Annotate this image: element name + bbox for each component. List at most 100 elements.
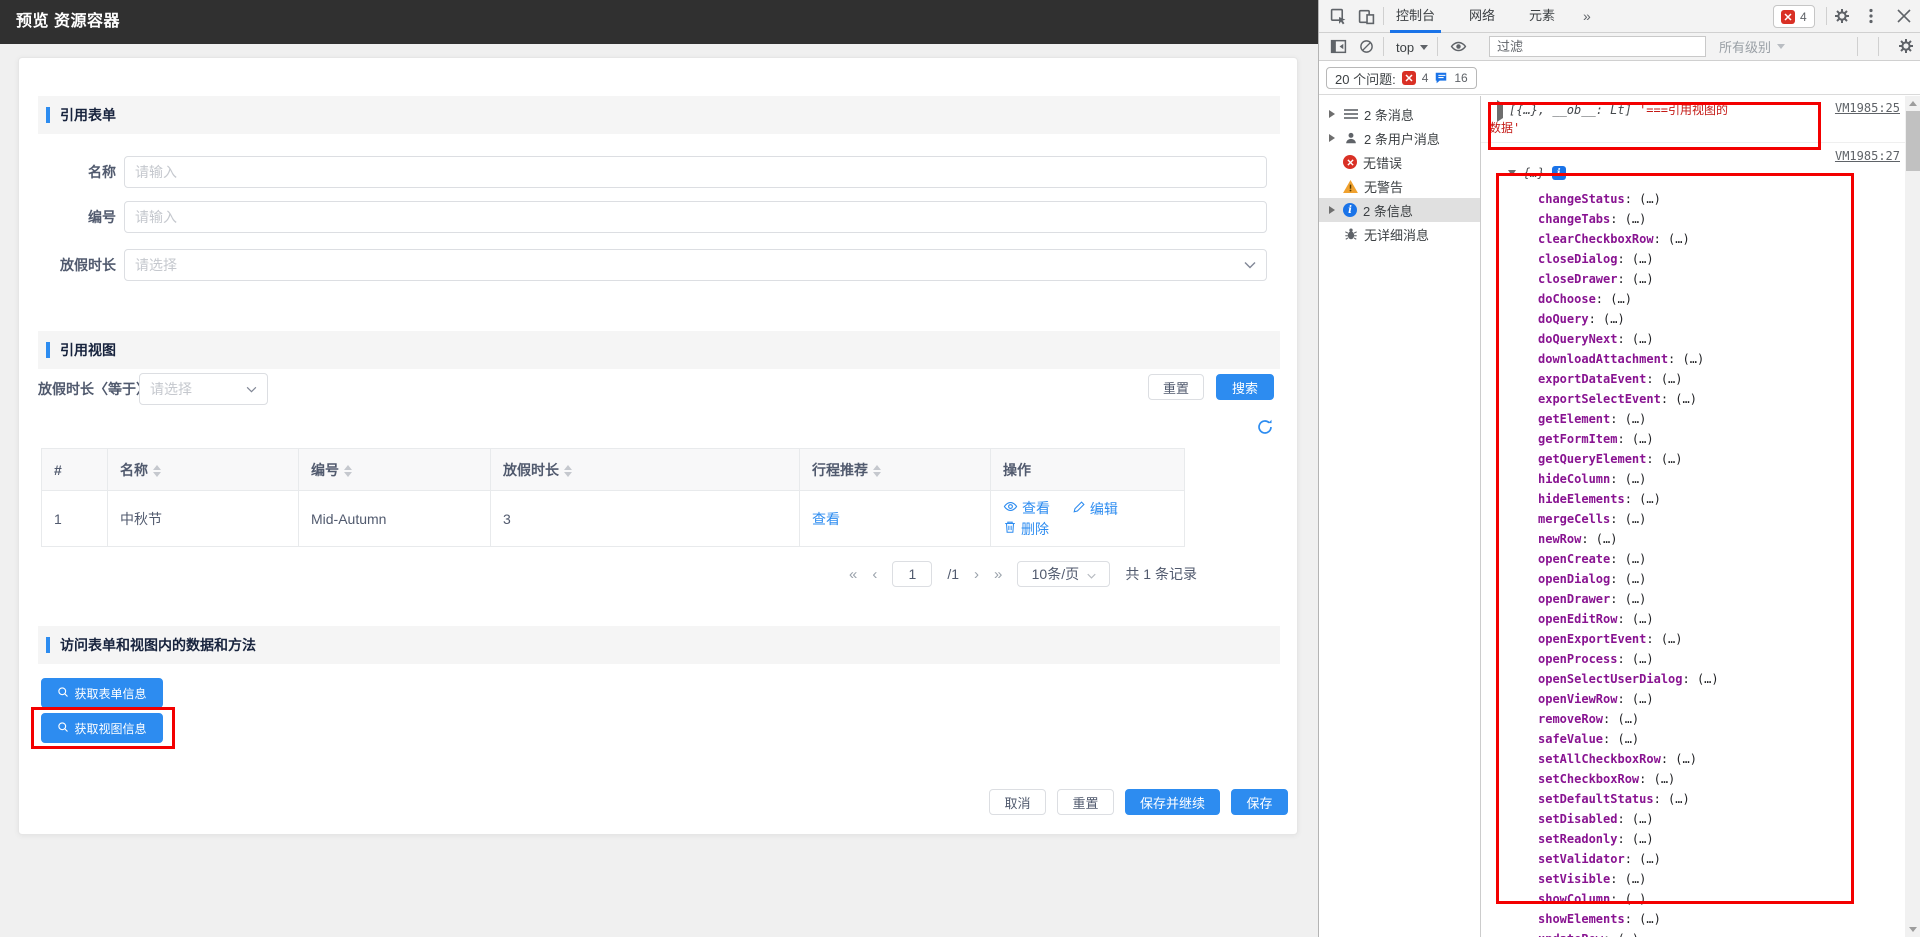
close-icon[interactable] — [1895, 7, 1913, 25]
sort-icon[interactable] — [564, 465, 572, 477]
console-sidebar-toggle-icon[interactable] — [1329, 37, 1347, 55]
trip-view-link[interactable]: 查看 — [812, 511, 840, 527]
console-property[interactable]: downloadAttachment: (…) — [1538, 349, 1878, 369]
console-property[interactable]: openCreate: (…) — [1538, 549, 1878, 569]
console-property[interactable]: getQueryElement: (…) — [1538, 449, 1878, 469]
object-expander-row[interactable]: {…} i — [1508, 166, 1566, 180]
console-message-array-log[interactable]: [{…}, __ob__: Lt] '===引用视图的 数据' VM1985:2… — [1481, 96, 1905, 143]
console-property[interactable]: setDefaultStatus: (…) — [1538, 789, 1878, 809]
sidebar-item-user-messages[interactable]: 2 条用户消息 — [1319, 126, 1480, 150]
collapse-icon[interactable] — [1508, 170, 1516, 176]
issues-bar[interactable]: 20 个问题: 4 16 — [1326, 67, 1477, 89]
reset-button[interactable]: 重置 — [1057, 789, 1114, 815]
console-property[interactable]: openProcess: (…) — [1538, 649, 1878, 669]
duration-select[interactable]: 请选择 — [124, 249, 1267, 281]
row-view-action[interactable]: 查看 — [1003, 498, 1050, 518]
console-filter-input[interactable] — [1489, 36, 1706, 57]
console-property[interactable]: openViewRow: (…) — [1538, 689, 1878, 709]
console-property[interactable]: doQueryNext: (…) — [1538, 329, 1878, 349]
console-property[interactable]: setValidator: (…) — [1538, 849, 1878, 869]
source-link[interactable]: VM1985:25 — [1835, 101, 1900, 115]
inspect-element-icon[interactable] — [1329, 7, 1347, 25]
page-size-select[interactable]: 10条/页 — [1017, 561, 1110, 587]
refresh-icon[interactable] — [1256, 418, 1274, 436]
pagination-current-page[interactable]: 1 — [892, 561, 932, 587]
console-property[interactable]: doChoose: (…) — [1538, 289, 1878, 309]
console-property[interactable]: clearCheckboxRow: (…) — [1538, 229, 1878, 249]
console-property[interactable]: openEditRow: (…) — [1538, 609, 1878, 629]
console-property[interactable]: closeDialog: (…) — [1538, 249, 1878, 269]
query-reset-button[interactable]: 重置 — [1148, 374, 1204, 400]
query-search-button[interactable]: 搜索 — [1216, 374, 1274, 400]
clear-console-icon[interactable] — [1357, 37, 1375, 55]
console-property[interactable]: setCheckboxRow: (…) — [1538, 769, 1878, 789]
sidebar-item-errors[interactable]: 无错误 — [1319, 150, 1480, 174]
col-code[interactable]: 编号 — [299, 449, 491, 491]
console-property[interactable]: changeStatus: (…) — [1538, 189, 1878, 209]
pagination-prev-button[interactable]: ‹ — [872, 566, 877, 583]
settings-gear-icon[interactable] — [1833, 7, 1851, 25]
scroll-up-arrow[interactable] — [1905, 96, 1920, 111]
pagination-last-button[interactable]: » — [994, 566, 1002, 583]
pagination-first-button[interactable]: « — [849, 566, 857, 583]
error-count-badge[interactable]: 4 — [1773, 5, 1815, 28]
console-property[interactable]: doQuery: (…) — [1538, 309, 1878, 329]
tab-elements[interactable]: 元素 — [1523, 0, 1561, 33]
log-levels-select[interactable]: 所有级别 — [1719, 37, 1785, 56]
live-expression-eye-icon[interactable] — [1449, 37, 1467, 55]
more-options-icon[interactable] — [1862, 7, 1880, 25]
console-property[interactable]: setVisible: (…) — [1538, 869, 1878, 889]
console-property[interactable]: exportDataEvent: (…) — [1538, 369, 1878, 389]
sidebar-item-warnings[interactable]: 无警告 — [1319, 174, 1480, 198]
sidebar-item-all-messages[interactable]: 2 条消息 — [1319, 102, 1480, 126]
pagination-next-button[interactable]: › — [974, 566, 979, 583]
console-property[interactable]: showColumn: (…) — [1538, 889, 1878, 909]
console-property[interactable]: safeValue: (…) — [1538, 729, 1878, 749]
save-button[interactable]: 保存 — [1231, 789, 1288, 815]
sort-icon[interactable] — [873, 465, 881, 477]
console-property[interactable]: changeTabs: (…) — [1538, 209, 1878, 229]
sort-icon[interactable] — [344, 465, 352, 477]
console-property[interactable]: openDrawer: (…) — [1538, 589, 1878, 609]
expand-icon[interactable] — [1329, 206, 1337, 214]
console-property[interactable]: setAllCheckboxRow: (…) — [1538, 749, 1878, 769]
console-property[interactable]: getFormItem: (…) — [1538, 429, 1878, 449]
more-tabs-icon[interactable]: » — [1577, 0, 1597, 33]
context-selector[interactable]: top — [1396, 37, 1428, 57]
console-property[interactable]: getElement: (…) — [1538, 409, 1878, 429]
get-form-info-button[interactable]: 获取表单信息 — [41, 678, 163, 708]
device-toolbar-icon[interactable] — [1357, 7, 1375, 25]
query-select[interactable]: 请选择 — [139, 373, 268, 405]
console-property[interactable]: hideColumn: (…) — [1538, 469, 1878, 489]
expand-icon[interactable] — [1329, 134, 1337, 142]
console-property[interactable]: setDisabled: (…) — [1538, 809, 1878, 829]
col-trip[interactable]: 行程推荐 — [800, 449, 991, 491]
get-view-info-button[interactable]: 获取视图信息 — [41, 713, 163, 743]
scrollbar-thumb[interactable] — [1906, 111, 1920, 171]
scroll-down-arrow[interactable] — [1905, 922, 1920, 937]
source-link[interactable]: VM1985:27 — [1835, 149, 1900, 163]
row-edit-action[interactable]: 编辑 — [1072, 499, 1118, 519]
console-property[interactable]: openSelectUserDialog: (…) — [1538, 669, 1878, 689]
console-property[interactable]: openDialog: (…) — [1538, 569, 1878, 589]
sort-icon[interactable] — [153, 465, 161, 477]
expand-icon[interactable] — [1497, 104, 1503, 118]
console-property[interactable]: openExportEvent: (…) — [1538, 629, 1878, 649]
console-property[interactable]: exportSelectEvent: (…) — [1538, 389, 1878, 409]
row-delete-action[interactable]: 删除 — [1003, 519, 1049, 539]
console-property[interactable]: showElements: (…) — [1538, 909, 1878, 929]
code-input[interactable] — [124, 201, 1267, 233]
tab-console[interactable]: 控制台 — [1390, 0, 1441, 33]
cancel-button[interactable]: 取消 — [989, 789, 1046, 815]
console-property[interactable]: closeDrawer: (…) — [1538, 269, 1878, 289]
expand-icon[interactable] — [1329, 110, 1337, 118]
console-property[interactable]: mergeCells: (…) — [1538, 509, 1878, 529]
console-settings-gear-icon[interactable] — [1897, 37, 1915, 55]
console-property[interactable]: hideElements: (…) — [1538, 489, 1878, 509]
console-scrollbar[interactable] — [1905, 96, 1920, 937]
name-input[interactable] — [124, 156, 1267, 188]
col-name[interactable]: 名称 — [108, 449, 299, 491]
save-continue-button[interactable]: 保存并继续 — [1125, 789, 1220, 815]
tab-network[interactable]: 网络 — [1463, 0, 1501, 33]
console-property[interactable]: newRow: (…) — [1538, 529, 1878, 549]
